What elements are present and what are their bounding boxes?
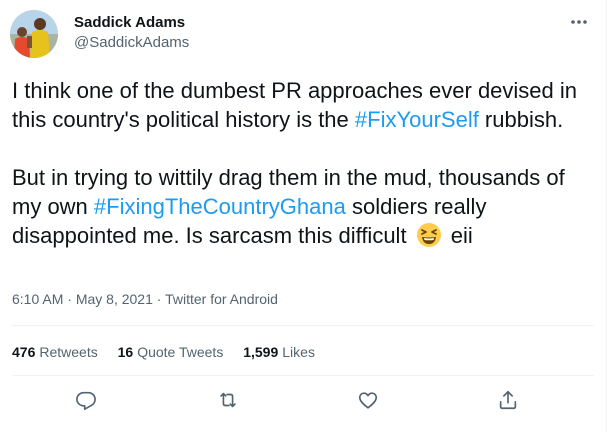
divider [12, 375, 594, 376]
more-options-button[interactable] [564, 10, 594, 34]
avatar[interactable] [10, 10, 58, 58]
user-handle[interactable]: @SaddickAdams [74, 33, 189, 53]
retweet-button[interactable] [213, 385, 243, 415]
quote-tweets-count: 16 [117, 344, 134, 360]
tweet-paragraph-2: But in trying to wittily drag them in th… [12, 163, 597, 250]
tweet-header: Saddick Adams @SaddickAdams [10, 8, 596, 58]
reply-button[interactable] [71, 385, 101, 415]
retweets-count: 476 [12, 344, 36, 360]
tweet-text-segment: eii [444, 223, 473, 248]
retweets-stat[interactable]: 476 Retweets [12, 343, 98, 361]
hashtag-link[interactable]: #FixYourSelf [355, 107, 479, 132]
tweet-meta: 6:10 AM · May 8, 2021 · Twitter for Andr… [12, 290, 278, 308]
share-icon [499, 390, 517, 410]
like-button[interactable] [353, 385, 383, 415]
quote-tweets-label: Quote Tweets [137, 344, 224, 360]
meta-separator: · [63, 291, 76, 307]
meta-separator: · [152, 291, 166, 307]
tweet-time[interactable]: 6:10 AM [12, 291, 63, 307]
hashtag-link[interactable]: #FixingTheCountryGhana [94, 194, 346, 219]
divider [12, 325, 594, 326]
heart-icon [358, 392, 378, 409]
quote-tweets-stat[interactable]: 16 Quote Tweets [118, 343, 224, 361]
more-dots-icon [571, 20, 587, 24]
grinning-squinting-face-emoji-icon [416, 223, 441, 247]
retweets-label: Retweets [39, 344, 98, 360]
profile-photo-icon [10, 10, 58, 58]
share-button[interactable] [493, 385, 523, 415]
tweet-paragraph-1: I think one of the dumbest PR approaches… [12, 76, 597, 134]
likes-count: 1,599 [243, 344, 279, 360]
tweet-text-segment: rubbish. [478, 107, 564, 132]
tweet-card: Saddick Adams @SaddickAdams I think one … [0, 0, 607, 432]
retweet-icon [220, 392, 236, 408]
author-names: Saddick Adams @SaddickAdams [74, 13, 189, 53]
likes-label: Likes [282, 344, 315, 360]
tweet-stats: 476 Retweets 16 Quote Tweets 1,599 Likes [12, 343, 331, 361]
tweet-actions [0, 385, 606, 415]
reply-icon [76, 391, 96, 410]
tweet-date[interactable]: May 8, 2021 [76, 291, 153, 307]
display-name[interactable]: Saddick Adams [74, 13, 189, 33]
likes-stat[interactable]: 1,599 Likes [243, 343, 315, 361]
tweet-text: I think one of the dumbest PR approaches… [12, 76, 597, 250]
tweet-source[interactable]: Twitter for Android [165, 291, 278, 307]
